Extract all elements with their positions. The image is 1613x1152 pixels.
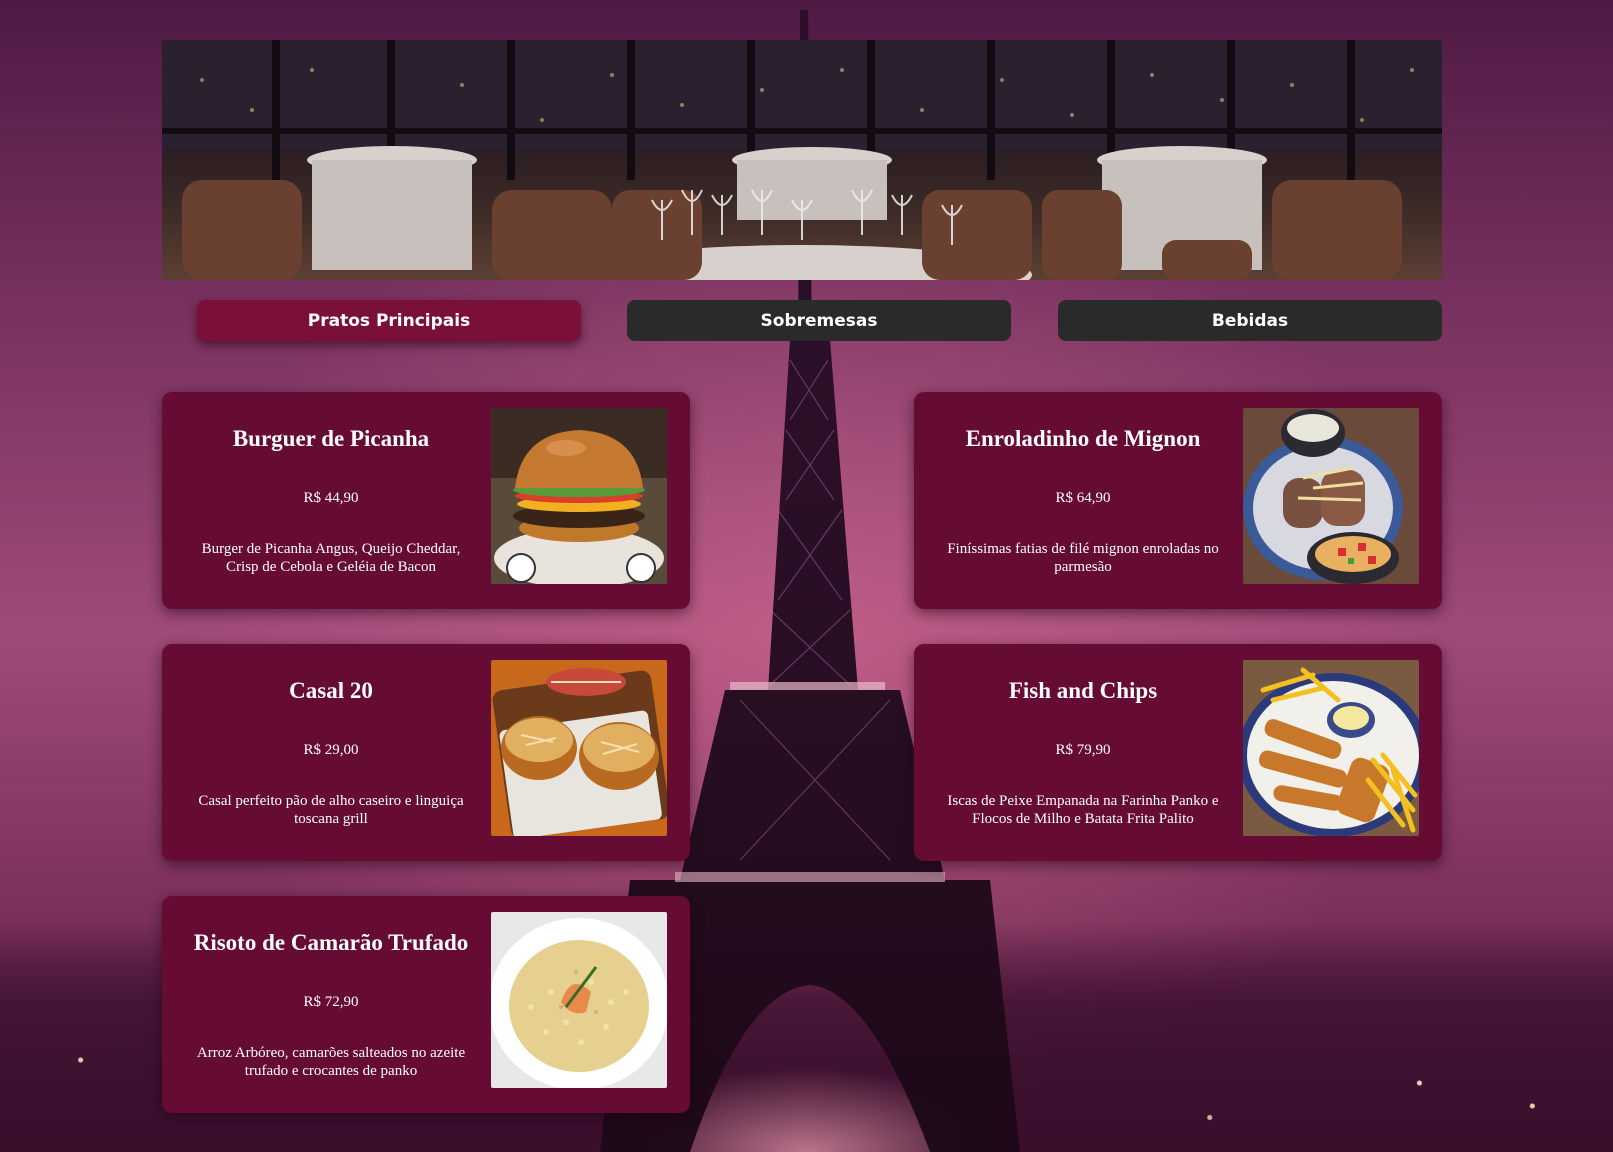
dish-card[interactable]: Burguer de Picanha R$ 44,90 Burger de Pi…	[162, 392, 690, 609]
dish-price: R$ 79,90	[1055, 742, 1111, 758]
restaurant-banner-image	[162, 40, 1442, 280]
tab-sobremesas[interactable]: Sobremesas	[627, 300, 1011, 341]
dish-name: Risoto de Camarão Trufado	[193, 930, 469, 955]
dish-name: Fish and Chips	[1008, 678, 1158, 703]
dish-card[interactable]: Enroladinho de Mignon R$ 64,90 Finíssima…	[914, 392, 1442, 609]
dish-description: Arroz Arbóreo, camarões salteados no aze…	[196, 1045, 466, 1079]
risotto-photo	[491, 912, 667, 1088]
dish-card[interactable]: Risoto de Camarão Trufado R$ 72,90 Arroz…	[162, 896, 690, 1113]
burger-photo	[491, 408, 667, 584]
dish-info: Casal 20 R$ 29,00 Casal perfeito pão de …	[180, 644, 482, 861]
dish-info: Fish and Chips R$ 79,90 Iscas de Peixe E…	[932, 644, 1234, 861]
garlic-bread-photo	[491, 660, 667, 836]
dish-price: R$ 72,90	[303, 994, 359, 1010]
dish-description: Casal perfeito pão de alho caseiro e lin…	[198, 793, 464, 827]
dish-name: Burguer de Picanha	[232, 426, 430, 451]
dish-price: R$ 44,90	[303, 490, 359, 506]
dish-card[interactable]: Casal 20 R$ 29,00 Casal perfeito pão de …	[162, 644, 690, 861]
dish-description: Burger de Picanha Angus, Queijo Cheddar,…	[201, 541, 461, 575]
dish-card[interactable]: Fish and Chips R$ 79,90 Iscas de Peixe E…	[914, 644, 1442, 861]
fish-chips-photo	[1243, 660, 1419, 836]
dish-description: Iscas de Peixe Empanada na Farinha Panko…	[947, 793, 1219, 827]
dish-price: R$ 64,90	[1055, 490, 1111, 506]
tab-bebidas[interactable]: Bebidas	[1058, 300, 1442, 341]
dish-info: Risoto de Camarão Trufado R$ 72,90 Arroz…	[180, 896, 482, 1113]
dish-description: Finíssimas fatias de filé mignon enrolad…	[947, 541, 1219, 575]
dish-name: Casal 20	[289, 678, 373, 703]
tab-pratos-principais[interactable]: Pratos Principais	[197, 300, 581, 341]
dish-info: Burguer de Picanha R$ 44,90 Burger de Pi…	[180, 392, 482, 609]
dish-name: Enroladinho de Mignon	[965, 426, 1201, 451]
mignon-photo	[1243, 408, 1419, 584]
dish-price: R$ 29,00	[303, 742, 359, 758]
dish-info: Enroladinho de Mignon R$ 64,90 Finíssima…	[932, 392, 1234, 609]
